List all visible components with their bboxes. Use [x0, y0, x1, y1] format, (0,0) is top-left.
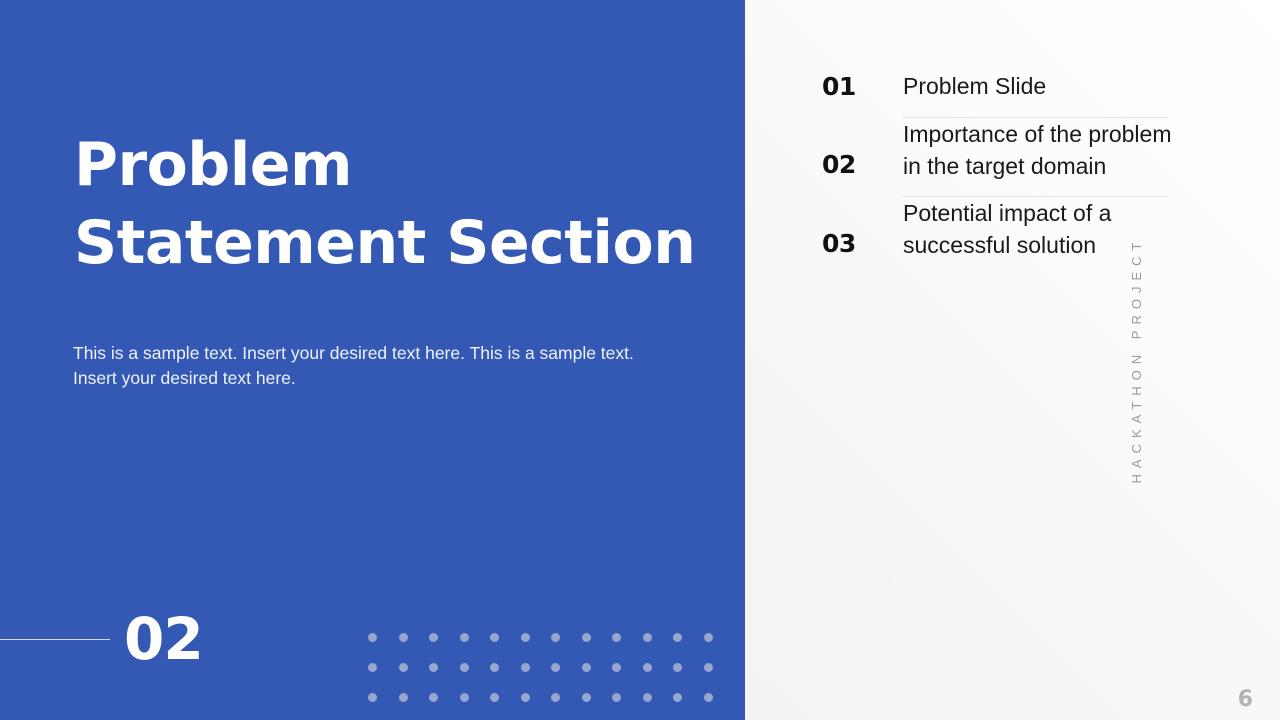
dot-grid-dot — [673, 662, 682, 672]
presentation-slide: Problem Statement Section This is a samp… — [0, 0, 1280, 720]
agenda-item-label: Importance of the problem in the target … — [903, 121, 1172, 179]
dot-grid-dot — [551, 632, 560, 642]
agenda-item-number: 02 — [822, 150, 856, 179]
section-number: 02 — [124, 605, 204, 673]
dot-grid-dot — [398, 692, 408, 702]
agenda-item[interactable]: 02 Importance of the problem in the targe… — [822, 118, 1172, 196]
dot-grid-dot — [520, 632, 530, 642]
dot-grid-dot — [642, 632, 652, 642]
dot-grid-dot — [703, 632, 713, 642]
dot-grid-dot — [551, 662, 560, 672]
dot-grid-dot — [612, 692, 621, 702]
dot-grid-dot — [429, 662, 438, 672]
dot-grid-dot — [581, 692, 591, 702]
dot-grid-dot — [368, 662, 377, 672]
page-number: 6 — [1237, 687, 1253, 712]
left-title-panel: Problem Statement Section This is a samp… — [0, 0, 745, 720]
section-rule-divider — [0, 639, 110, 640]
dot-grid-dot — [459, 632, 469, 642]
dot-grid-dot — [429, 692, 438, 702]
dot-grid-dot — [703, 662, 713, 672]
dot-grid-dot — [490, 632, 499, 642]
dot-grid-dot — [551, 692, 560, 702]
agenda-item-number: 01 — [822, 72, 856, 101]
dot-grid-dot — [581, 662, 591, 672]
agenda-item-label: Problem Slide — [903, 73, 1047, 99]
dot-grid-dot — [459, 692, 469, 702]
dot-grid-dot — [459, 662, 469, 672]
dot-grid-dot — [520, 662, 530, 672]
dot-grid-dot — [490, 692, 499, 702]
dot-grid-dot — [398, 662, 408, 672]
dot-grid-dot — [368, 632, 377, 642]
dot-grid-dot — [398, 632, 408, 642]
agenda-item[interactable]: 01 Problem Slide — [822, 70, 1172, 117]
dot-grid-dot — [368, 692, 377, 702]
agenda-item[interactable]: 03 Potential impact of a successful solut… — [822, 197, 1172, 275]
decorative-dot-grid — [368, 622, 734, 712]
slide-body-text: This is a sample text. Insert your desir… — [73, 343, 634, 388]
dot-grid-dot — [612, 632, 621, 642]
dot-grid-dot — [581, 632, 591, 642]
dot-grid-dot — [429, 632, 438, 642]
vertical-project-label: HACKATHON PROJECT — [1129, 236, 1145, 484]
dot-grid-dot — [642, 662, 652, 672]
dot-grid-dot — [520, 692, 530, 702]
dot-grid-dot — [673, 632, 682, 642]
dot-grid-dot — [703, 692, 713, 702]
agenda-list: 01 Problem Slide 02 Importance of the probl… — [822, 70, 1172, 275]
dot-grid-dot — [673, 692, 682, 702]
dot-grid-dot — [642, 692, 652, 702]
dot-grid-dot — [612, 662, 621, 672]
dot-grid-dot — [490, 662, 499, 672]
agenda-item-number: 03 — [822, 229, 856, 258]
slide-title: Problem Statement Section — [74, 130, 696, 278]
